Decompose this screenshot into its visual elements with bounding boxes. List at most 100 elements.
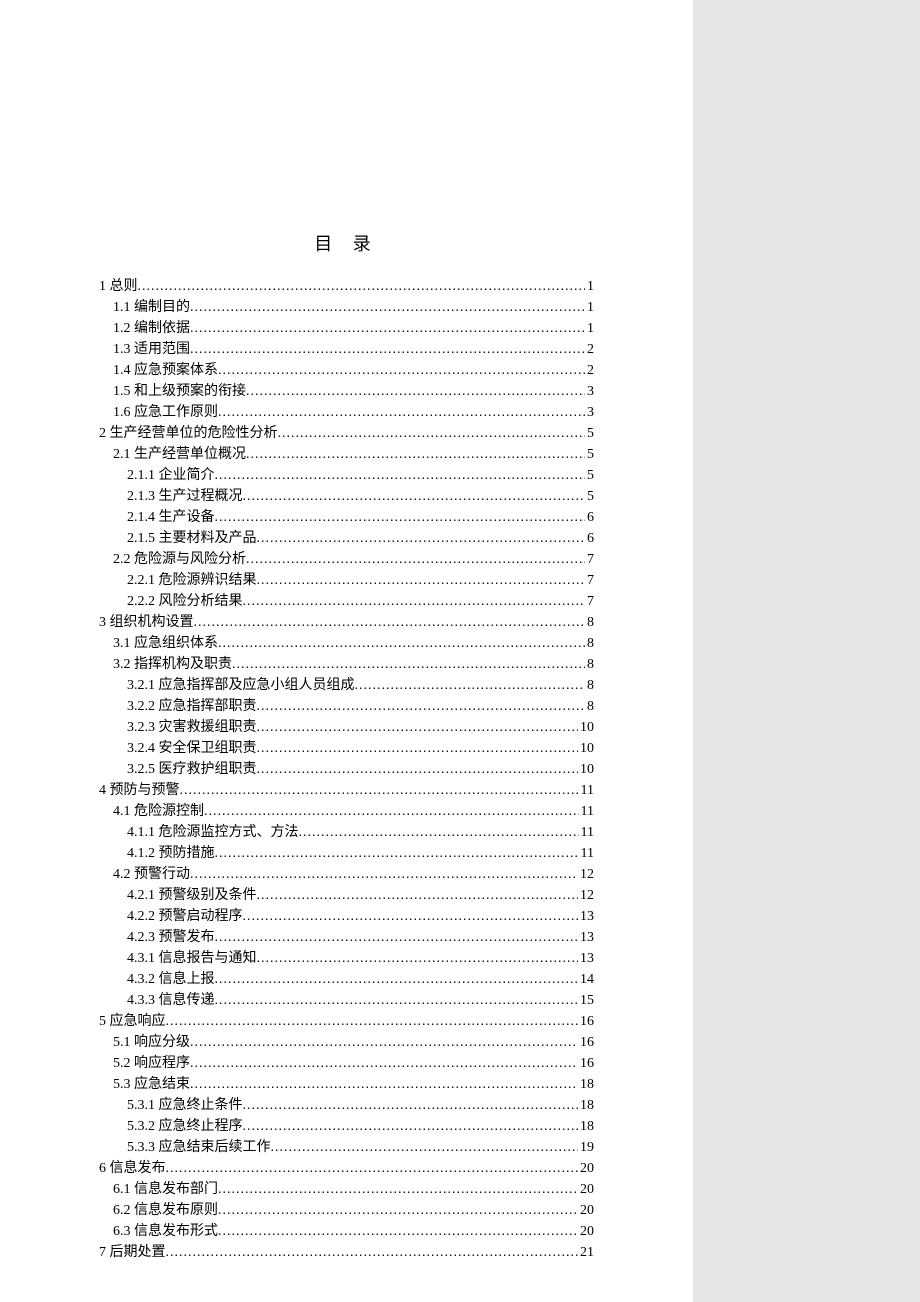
toc-leader-dots: [246, 549, 585, 570]
toc-entry-page: 1: [585, 318, 594, 339]
toc-entry-page: 7: [585, 549, 594, 570]
toc-entry-page: 2: [585, 339, 594, 360]
toc-entry-label: 1.1 编制目的: [113, 297, 190, 318]
toc-entry-label: 4.3.3 信息传递: [127, 990, 215, 1011]
toc-entry-label: 6.3 信息发布形式: [113, 1221, 218, 1242]
toc-entry: 1.2 编制依据 1: [99, 318, 594, 339]
toc-leader-dots: [218, 1221, 578, 1242]
toc-leader-dots: [190, 1053, 578, 1074]
toc-entry-page: 5: [585, 486, 594, 507]
toc-entry: 5.3.3 应急结束后续工作19: [99, 1137, 594, 1158]
toc-entry: 5.2 响应程序16: [99, 1053, 594, 1074]
toc-entry-page: 7: [585, 570, 594, 591]
toc-entry-page: 20: [578, 1200, 594, 1221]
toc-entry-label: 4.1 危险源控制: [113, 801, 204, 822]
toc-leader-dots: [243, 591, 586, 612]
toc-entry-label: 3.2.1 应急指挥部及应急小组人员组成: [127, 675, 355, 696]
toc-entry-page: 12: [578, 885, 594, 906]
toc-leader-dots: [190, 1032, 578, 1053]
toc-entry-page: 5: [585, 444, 594, 465]
toc-leader-dots: [204, 801, 579, 822]
toc-leader-dots: [246, 381, 585, 402]
toc-entry-label: 2.2.1 危险源辨识结果: [127, 570, 257, 591]
toc-entry: 4.3.3 信息传递15: [99, 990, 594, 1011]
toc-entry-label: 4.1.2 预防措施: [127, 843, 215, 864]
toc-leader-dots: [194, 612, 586, 633]
toc-entry: 1 总则1: [99, 276, 594, 297]
toc-entry-label: 2 生产经营单位的危险性分析: [99, 423, 278, 444]
toc-entry-page: 10: [578, 738, 594, 759]
toc-entry-page: 5: [585, 465, 594, 486]
toc-entry-page: 7: [585, 591, 594, 612]
toc-leader-dots: [215, 969, 579, 990]
toc-entry: 3.2.3 灾害救援组职责10: [99, 717, 594, 738]
toc-entry: 5 应急响应 16: [99, 1011, 594, 1032]
toc-leader-dots: [190, 864, 578, 885]
toc-entry-label: 5 应急响应: [99, 1011, 166, 1032]
toc-entry: 1.4 应急预案体系2: [99, 360, 594, 381]
toc-entry-page: 16: [578, 1032, 594, 1053]
toc-entry: 5.3.1 应急终止条件18: [99, 1095, 594, 1116]
toc-entry-label: 4 预防与预警: [99, 780, 180, 801]
toc-entry: 5.3.2 应急终止程序18: [99, 1116, 594, 1137]
toc-entry: 4.3.2 信息上报14: [99, 969, 594, 990]
toc-leader-dots: [218, 1200, 578, 1221]
toc-entry: 4.2.2 预警启动程序13: [99, 906, 594, 927]
toc-entry: 2.2.1 危险源辨识结果 7: [99, 570, 594, 591]
toc-entry-page: 11: [579, 822, 594, 843]
toc-leader-dots: [271, 1137, 579, 1158]
toc-entry-page: 8: [585, 654, 594, 675]
toc-leader-dots: [257, 738, 579, 759]
toc-entry-page: 11: [579, 801, 594, 822]
toc-leader-dots: [257, 528, 586, 549]
toc-leader-dots: [243, 1095, 579, 1116]
toc-entry-label: 5.1 响应分级: [113, 1032, 190, 1053]
toc-entry-label: 1 总则: [99, 276, 138, 297]
toc-entry-label: 3.2.5 医疗救护组职责: [127, 759, 257, 780]
toc-leader-dots: [215, 927, 579, 948]
toc-entry-page: 20: [578, 1221, 594, 1242]
toc-entry-label: 3.2 指挥机构及职责: [113, 654, 232, 675]
toc-entry-page: 11: [579, 843, 594, 864]
toc-entry: 5.3 应急结束18: [99, 1074, 594, 1095]
toc-leader-dots: [218, 360, 585, 381]
table-of-contents: 1 总则11.1 编制目的 11.2 编制依据 11.3 适用范围21.4 应急预案…: [99, 276, 594, 1263]
toc-leader-dots: [232, 654, 585, 675]
toc-leader-dots: [166, 1011, 579, 1032]
toc-entry: 4.1.2 预防措施 11: [99, 843, 594, 864]
toc-entry: 2.2 危险源与风险分析7: [99, 549, 594, 570]
toc-leader-dots: [218, 1179, 578, 1200]
toc-entry-page: 16: [578, 1011, 594, 1032]
toc-entry: 1.5 和上级预案的衔接3: [99, 381, 594, 402]
toc-leader-dots: [180, 780, 579, 801]
toc-entry-label: 4.2.2 预警启动程序: [127, 906, 243, 927]
toc-entry: 1.3 适用范围2: [99, 339, 594, 360]
toc-entry: 2.2.2 风险分析结果7: [99, 591, 594, 612]
toc-entry: 4.1.1 危险源监控方式、方法11: [99, 822, 594, 843]
toc-entry-page: 3: [585, 381, 594, 402]
toc-entry-label: 2.1.3 生产过程概况: [127, 486, 243, 507]
toc-entry: 2 生产经营单位的危险性分析5: [99, 423, 594, 444]
toc-entry: 3.1 应急组织体系 8: [99, 633, 594, 654]
toc-entry-label: 5.3 应急结束: [113, 1074, 190, 1095]
toc-entry-label: 1.2 编制依据: [113, 318, 190, 339]
toc-entry: 4.1 危险源控制 11: [99, 801, 594, 822]
toc-leader-dots: [190, 297, 585, 318]
toc-entry: 3.2 指挥机构及职责 8: [99, 654, 594, 675]
toc-entry: 6.1 信息发布部门20: [99, 1179, 594, 1200]
toc-leader-dots: [257, 759, 579, 780]
toc-entry-page: 3: [585, 402, 594, 423]
toc-entry: 4.2.3 预警发布13: [99, 927, 594, 948]
toc-entry-label: 2.1.5 主要材料及产品: [127, 528, 257, 549]
toc-entry-page: 12: [578, 864, 594, 885]
toc-entry-page: 8: [585, 633, 594, 654]
toc-entry-page: 8: [585, 675, 594, 696]
toc-entry-page: 10: [578, 717, 594, 738]
toc-leader-dots: [299, 822, 579, 843]
toc-entry-page: 13: [578, 927, 594, 948]
toc-leader-dots: [138, 276, 586, 297]
toc-entry: 6.3 信息发布形式 20: [99, 1221, 594, 1242]
toc-entry-page: 11: [579, 780, 594, 801]
toc-entry-label: 3.1 应急组织体系: [113, 633, 218, 654]
toc-entry-label: 5.3.1 应急终止条件: [127, 1095, 243, 1116]
